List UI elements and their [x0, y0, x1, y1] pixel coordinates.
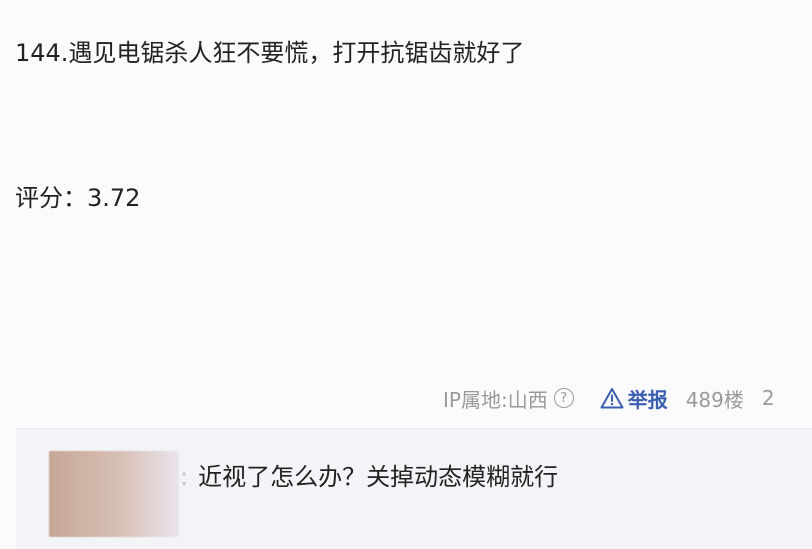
post-content: 144.遇见电锯杀人狂不要慌，打开抗锯齿就好了 评分：3.72 IP属地:山西 … — [0, 0, 812, 428]
avatar[interactable] — [49, 451, 179, 537]
report-label: 举报 — [627, 387, 668, 412]
post-score: 评分：3.72 — [15, 184, 141, 212]
post-title: 144.遇见电锯杀人狂不要慌，打开抗锯齿就好了 — [15, 39, 525, 67]
post-meta-bar: IP属地:山西 ? 举报 489楼 2 — [443, 381, 775, 415]
ip-location: IP属地:山西 — [443, 387, 548, 412]
warning-triangle-icon — [600, 388, 624, 409]
reply-text: 近视了怎么办？关掉动态模糊就行 — [198, 463, 559, 491]
post-date: 2 — [761, 386, 775, 410]
reply-item: : 近视了怎么办？关掉动态模糊就行 — [180, 461, 558, 493]
reply-username-separator: : — [180, 463, 189, 491]
report-button[interactable]: 举报 — [600, 384, 668, 413]
question-circle-icon[interactable]: ? — [553, 388, 574, 408]
reply-section: : 近视了怎么办？关掉动态模糊就行 — [16, 428, 812, 549]
floor-number: 489楼 — [685, 387, 744, 412]
